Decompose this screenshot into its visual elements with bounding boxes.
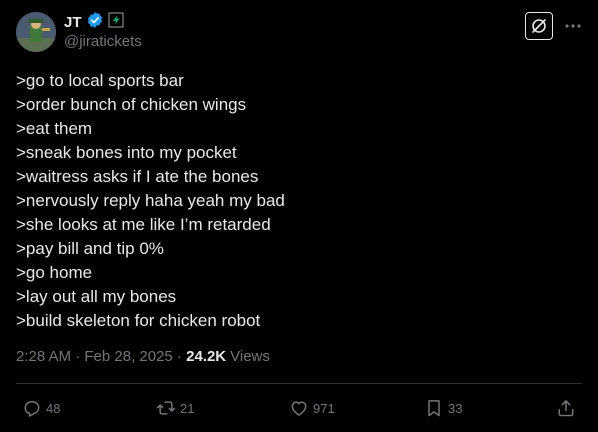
bookmark-icon bbox=[428, 400, 440, 417]
views-count[interactable]: 24.2K bbox=[186, 348, 226, 365]
tweet-line: >build skeleton for chicken robot bbox=[16, 311, 261, 330]
affiliate-badge-icon[interactable] bbox=[108, 12, 124, 33]
share-icon bbox=[558, 400, 574, 417]
reply-count: 48 bbox=[46, 400, 61, 416]
reply-icon bbox=[24, 401, 40, 417]
tweet-line: >nervously reply haha yeah my bad bbox=[16, 191, 285, 210]
tweet-line: >eat them bbox=[16, 119, 93, 138]
repost-count: 21 bbox=[180, 400, 195, 416]
repost-icon bbox=[156, 401, 176, 415]
more-button[interactable] bbox=[562, 14, 584, 38]
like-icon bbox=[291, 401, 307, 416]
reply-button[interactable]: 48 bbox=[22, 396, 60, 420]
tweet-line: >go to local sports bar bbox=[16, 71, 184, 90]
bookmark-button[interactable]: 33 bbox=[424, 396, 462, 420]
tweet-text: >go to local sports bar >order bunch of … bbox=[16, 69, 576, 333]
tweet-line: >pay bill and tip 0% bbox=[16, 239, 164, 258]
like-button[interactable]: 971 bbox=[289, 396, 335, 420]
tweet-line: >go home bbox=[16, 263, 93, 282]
tweet-line: >waitress asks if I ate the bones bbox=[16, 167, 259, 186]
share-button[interactable] bbox=[556, 396, 576, 420]
repost-button[interactable]: 21 bbox=[156, 396, 194, 420]
tweet-timestamp[interactable]: 2:28 AM · Feb 28, 2025 · bbox=[16, 348, 186, 365]
views-label: Views bbox=[230, 348, 270, 365]
tweet-line: >lay out all my bones bbox=[16, 287, 177, 306]
author-display-name[interactable]: JT bbox=[64, 14, 82, 31]
grok-button[interactable] bbox=[525, 12, 553, 40]
more-horizontal-icon bbox=[565, 24, 581, 28]
tweet-meta: 2:28 AM · Feb 28, 2025 · 24.2K Views bbox=[16, 348, 270, 365]
tweet-line: >she looks at me like I’m retarded bbox=[16, 215, 271, 234]
bookmark-count: 33 bbox=[448, 400, 463, 416]
like-count: 971 bbox=[313, 400, 335, 416]
tweet-line: >order bunch of chicken wings bbox=[16, 95, 247, 114]
action-bar: 48 21 971 33 bbox=[0, 396, 598, 420]
avatar[interactable] bbox=[16, 12, 56, 52]
author-name-row: JT bbox=[64, 11, 124, 34]
grok-icon bbox=[532, 19, 546, 33]
verified-badge-icon bbox=[86, 11, 104, 34]
tweet-line: >sneak bones into my pocket bbox=[16, 143, 237, 162]
author-handle[interactable]: @jiratickets bbox=[64, 33, 142, 50]
divider bbox=[16, 383, 582, 384]
